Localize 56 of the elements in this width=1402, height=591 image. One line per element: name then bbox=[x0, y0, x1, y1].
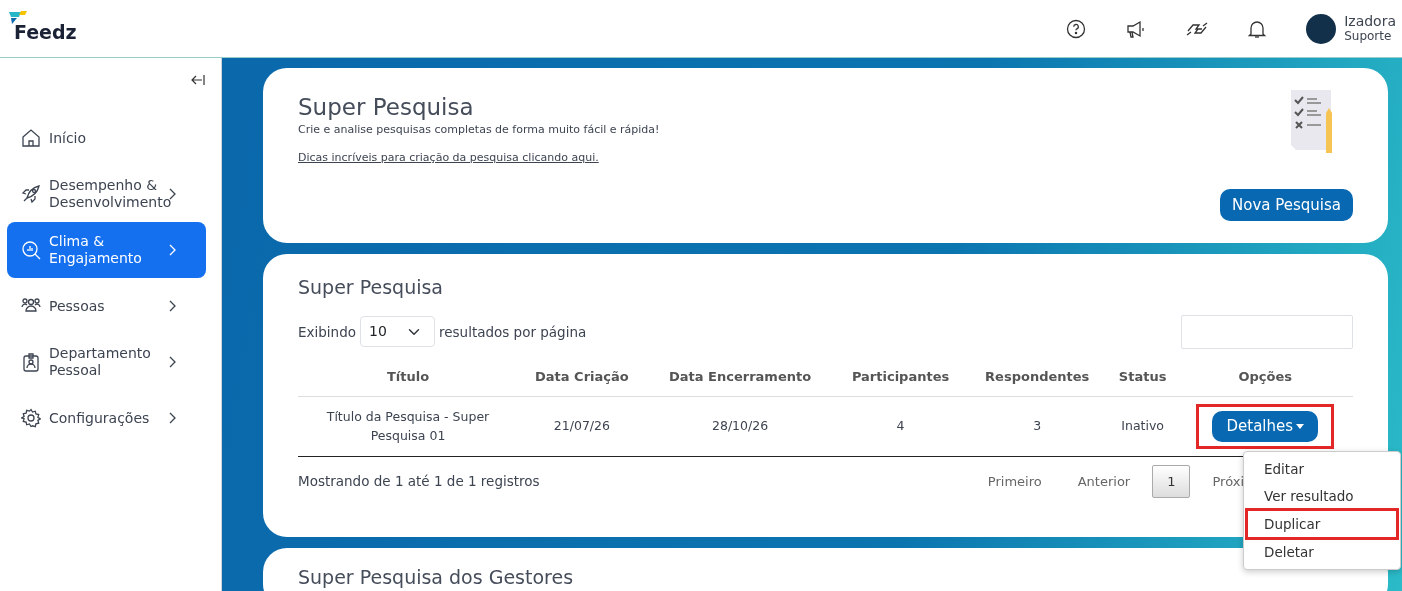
id-badge-icon bbox=[21, 352, 41, 372]
caret-icon bbox=[1296, 424, 1305, 430]
sidebar-item[interactable]: Início bbox=[7, 110, 206, 166]
page-title: Super Pesquisa bbox=[298, 94, 475, 122]
tips-link[interactable]: Dicas incríveis para criação da pesquisa clicando aqui. bbox=[298, 150, 599, 167]
chevron-right-icon bbox=[169, 244, 176, 256]
table-cell: 28/10/26 bbox=[645, 396, 835, 457]
column-header: Opções bbox=[1177, 356, 1353, 397]
user-role: Suporte bbox=[1344, 28, 1393, 44]
column-header: Status bbox=[1107, 356, 1178, 397]
column-header: Data Encerramento bbox=[645, 356, 835, 397]
table-cell: 3 bbox=[966, 396, 1108, 457]
page-button[interactable]: Anterior bbox=[1063, 465, 1145, 498]
new-survey-button[interactable]: Nova Pesquisa bbox=[1220, 188, 1353, 221]
section-title: Super Pesquisa bbox=[298, 276, 444, 299]
page-size-select[interactable]: 10 bbox=[360, 316, 435, 348]
search-field[interactable] bbox=[1181, 314, 1353, 349]
sidebar-item[interactable]: Clima & Engajamento bbox=[7, 222, 206, 278]
help-icon[interactable] bbox=[1066, 18, 1087, 39]
column-header: Data Criação bbox=[518, 356, 646, 397]
length-label: resultados por página bbox=[439, 322, 587, 342]
user-name: Izadora bbox=[1344, 13, 1396, 29]
sidebar-item[interactable]: Desempenho & Desenvolvimento bbox=[7, 166, 206, 222]
section-title: Super Pesquisa dos Gestores bbox=[298, 566, 575, 589]
table-cell: Inativo bbox=[1107, 396, 1178, 457]
column-header: Respondentes bbox=[966, 356, 1108, 397]
chevron-right-icon bbox=[169, 188, 176, 200]
page-button[interactable]: Primeiro bbox=[973, 465, 1056, 498]
bird-logo-icon bbox=[8, 10, 30, 25]
column-header: Participantes bbox=[834, 356, 967, 397]
chart-search-icon bbox=[21, 240, 41, 260]
sidebar-item[interactable]: Configurações bbox=[7, 390, 206, 446]
collapse-sidebar-icon[interactable] bbox=[191, 74, 205, 86]
table-cell: 4 bbox=[834, 396, 967, 457]
sidebar-item[interactable]: Departamento Pessoal bbox=[7, 334, 206, 390]
home-icon bbox=[21, 128, 41, 148]
megaphone-icon[interactable] bbox=[1126, 18, 1147, 39]
chevron-right-icon bbox=[169, 356, 176, 368]
menu-item[interactable]: Duplicar bbox=[1248, 510, 1396, 538]
records-info: Mostrando de 1 até 1 de 1 registros bbox=[298, 472, 540, 492]
chevron-right-icon bbox=[169, 412, 176, 424]
sidebar-item[interactable]: Pessoas bbox=[7, 278, 206, 334]
chevron-right-icon bbox=[169, 300, 176, 312]
length-label: Exibindo bbox=[298, 322, 356, 342]
page-button[interactable]: 1 bbox=[1152, 464, 1191, 499]
brand-name: Feedz bbox=[14, 20, 78, 46]
subtitle: Crie e analise pesquisas completas de forma muito fácil e rápida! bbox=[298, 121, 661, 138]
table-cell: Título da Pesquisa - Super Pesquisa 01 bbox=[298, 396, 518, 457]
rocket-icon bbox=[21, 184, 41, 204]
table-cell: 21/07/26 bbox=[518, 396, 646, 457]
column-header: Título bbox=[298, 356, 518, 397]
bell-icon[interactable] bbox=[1248, 18, 1267, 39]
menu-item[interactable]: Deletar bbox=[1244, 539, 1400, 566]
avatar[interactable] bbox=[1306, 13, 1337, 44]
settings-icon bbox=[21, 408, 41, 428]
details-button[interactable]: Detalhes bbox=[1212, 411, 1319, 442]
